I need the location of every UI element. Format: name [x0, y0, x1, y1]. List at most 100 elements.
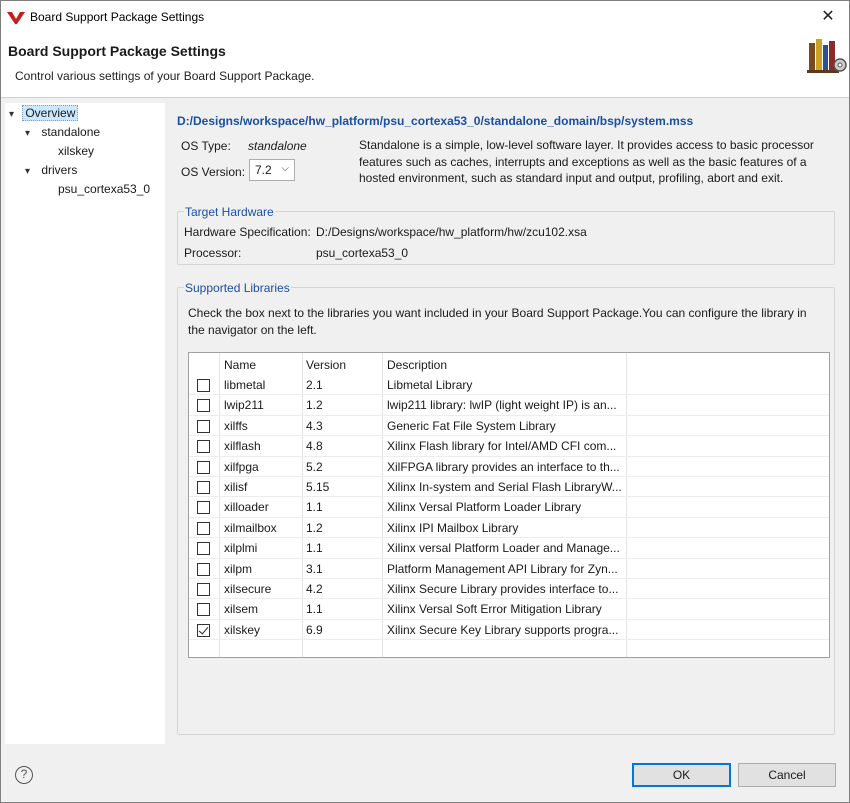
library-checkbox[interactable]: [197, 521, 210, 535]
libraries-table: Name Version Description libmetal 2.1 Libm…: [188, 352, 830, 658]
bsp-settings-dialog: Board Support Package Settings ✕ Board S…: [0, 0, 850, 803]
chevron-down-icon[interactable]: ▾: [9, 109, 19, 120]
library-name: xilloader: [224, 500, 269, 515]
library-name: lwip211: [224, 398, 264, 413]
close-icon[interactable]: ✕: [815, 6, 841, 28]
os-version-label: OS Version:: [181, 165, 246, 179]
library-checkbox[interactable]: [197, 440, 210, 454]
column-header-name[interactable]: Name: [224, 358, 256, 372]
library-version: 4.2: [306, 582, 323, 596]
ok-button[interactable]: OK: [632, 763, 731, 787]
dialog-header: Board Support Package Settings Control v…: [1, 33, 849, 97]
table-row[interactable]: xilffs 4.3 Generic Fat File System Library: [189, 416, 829, 437]
library-checkbox[interactable]: [197, 481, 210, 494]
library-version: 2.1: [306, 378, 323, 392]
column-header-description[interactable]: Description: [387, 358, 447, 372]
overview-panel: D:/Designs/workspace/hw_platform/psu_cor…: [177, 103, 843, 735]
library-version: 5.2: [306, 459, 323, 474]
library-description: XilFPGA library provides an interface to…: [387, 459, 620, 474]
library-description: Generic Fat File System Library: [387, 418, 556, 433]
library-description: Xilinx Versal Platform Loader Library: [387, 500, 582, 515]
table-row[interactable]: xilfpga 5.2 XilFPGA library provides an in…: [189, 457, 829, 477]
library-checkbox[interactable]: [197, 419, 210, 433]
column-header-version[interactable]: Version: [306, 358, 346, 372]
hw-spec-label: Hardware Specification:: [184, 225, 311, 239]
library-checkbox[interactable]: [197, 603, 210, 617]
title-bar: Board Support Package Settings ✕: [1, 1, 849, 33]
table-row[interactable]: xilskey 6.9 Xilinx Secure Key Library supp…: [189, 620, 829, 641]
library-description: Xilinx Secure Library provides interface…: [387, 582, 619, 596]
table-row[interactable]: libmetal 2.1 Libmetal Library: [189, 375, 829, 396]
chevron-down-icon: ⌵: [281, 163, 289, 174]
library-checkbox[interactable]: [197, 460, 210, 474]
library-description: Xilinx In-system and Serial Flash Librar…: [387, 480, 622, 494]
library-version: 4.8: [306, 439, 323, 454]
nav-item-xilskey[interactable]: xilskey: [58, 144, 94, 158]
library-version: 6.9: [306, 622, 323, 637]
library-name: xilflash: [224, 439, 261, 454]
table-row[interactable]: xilflash 4.8 Xilinx Flash library for Inte…: [189, 436, 829, 457]
library-version: 1.2: [306, 398, 323, 413]
target-hardware-legend: Target Hardware: [184, 205, 275, 219]
library-name: xilsecure: [224, 582, 272, 596]
os-version-value: 7.2: [255, 163, 272, 177]
library-version: 5.15: [306, 480, 330, 494]
library-checkbox[interactable]: [197, 399, 210, 413]
table-row[interactable]: xilsem 1.1 Xilinx Versal Soft Error Mitiga…: [189, 599, 829, 620]
libraries-instructions: Check the box next to the libraries you …: [188, 306, 807, 337]
library-description: Xilinx versal Platform Loader and Manage…: [387, 541, 620, 556]
nav-item-standalone[interactable]: ▾ standalone: [25, 125, 100, 139]
table-header: Name Version Description: [189, 353, 829, 375]
os-type-value: standalone: [248, 139, 307, 153]
window-title: Board Support Package Settings: [30, 10, 205, 24]
mss-file-path: D:/Designs/workspace/hw_platform/psu_cor…: [177, 114, 694, 128]
table-row[interactable]: xilisf 5.15 Xilinx In-system and Serial Fl…: [189, 477, 829, 498]
library-checkbox[interactable]: [197, 562, 210, 576]
library-checkbox[interactable]: [197, 542, 210, 556]
supported-libraries-legend: Supported Libraries: [184, 281, 291, 295]
nav-item-overview[interactable]: ▾ Overview: [9, 105, 79, 121]
settings-navigator: ▾ Overview ▾ standalone xilskey ▾ driver…: [5, 103, 165, 744]
library-version: 1.1: [306, 500, 323, 515]
library-version: 3.1: [306, 561, 323, 576]
library-name: xilffs: [224, 418, 248, 433]
table-row[interactable]: xilpm 3.1 Platform Management API Library …: [189, 559, 829, 579]
nav-item-label: drivers: [41, 163, 78, 177]
library-checkbox[interactable]: [197, 379, 210, 392]
library-name: xilplmi: [224, 541, 258, 556]
table-row[interactable]: xilsecure 4.2 Xilinx Secure Library provid…: [189, 579, 829, 600]
os-version-select[interactable]: 7.2 ⌵: [249, 159, 295, 181]
supported-libraries-group: Supported Libraries Check the box next t…: [177, 281, 835, 735]
os-description: Standalone is a simple, low-level softwa…: [359, 138, 814, 185]
target-hardware-group: Target Hardware Hardware Specification: …: [177, 205, 835, 265]
library-name: xilpm: [224, 561, 253, 576]
library-version: 1.1: [306, 541, 323, 556]
library-name: xilisf: [224, 480, 248, 494]
library-checkbox[interactable]: [197, 501, 210, 515]
processor-label: Processor:: [184, 246, 242, 260]
library-description: Libmetal Library: [387, 378, 473, 392]
table-row[interactable]: xilloader 1.1 Xilinx Versal Platform Loade…: [189, 497, 829, 518]
library-description: Xilinx IPI Mailbox Library: [387, 520, 519, 535]
chevron-down-icon[interactable]: ▾: [25, 128, 35, 139]
library-description: lwip211 library: lwIP (light weight IP) …: [387, 398, 617, 413]
nav-item-label: psu_cortexa53_0: [58, 182, 151, 196]
cancel-button[interactable]: Cancel: [738, 763, 836, 787]
table-row[interactable]: xilmailbox 1.2 Xilinx IPI Mailbox Library: [189, 518, 829, 539]
os-type-label: OS Type:: [181, 139, 231, 153]
library-name: xilfpga: [224, 459, 259, 474]
table-row[interactable]: xilplmi 1.1 Xilinx versal Platform Loader …: [189, 538, 829, 559]
library-version: 1.1: [306, 602, 323, 617]
library-name: xilmailbox: [224, 520, 277, 535]
library-description: Xilinx Secure Key Library supports progr…: [387, 622, 619, 637]
nav-item-drivers[interactable]: ▾ drivers: [25, 163, 77, 177]
library-description: Xilinx Versal Soft Error Mitigation Libr…: [387, 602, 602, 617]
nav-item-psu-cortexa53-0[interactable]: psu_cortexa53_0: [58, 182, 150, 196]
library-checkbox[interactable]: [197, 583, 210, 596]
chevron-down-icon[interactable]: ▾: [25, 166, 35, 177]
table-row[interactable]: lwip211 1.2 lwip211 library: lwIP (light w…: [189, 395, 829, 416]
library-description: Xilinx Flash library for Intel/AMD CFI c…: [387, 439, 617, 454]
help-icon[interactable]: ?: [15, 766, 33, 784]
library-checkbox[interactable]: [197, 623, 210, 637]
processor-value: psu_cortexa53_0: [316, 246, 409, 260]
